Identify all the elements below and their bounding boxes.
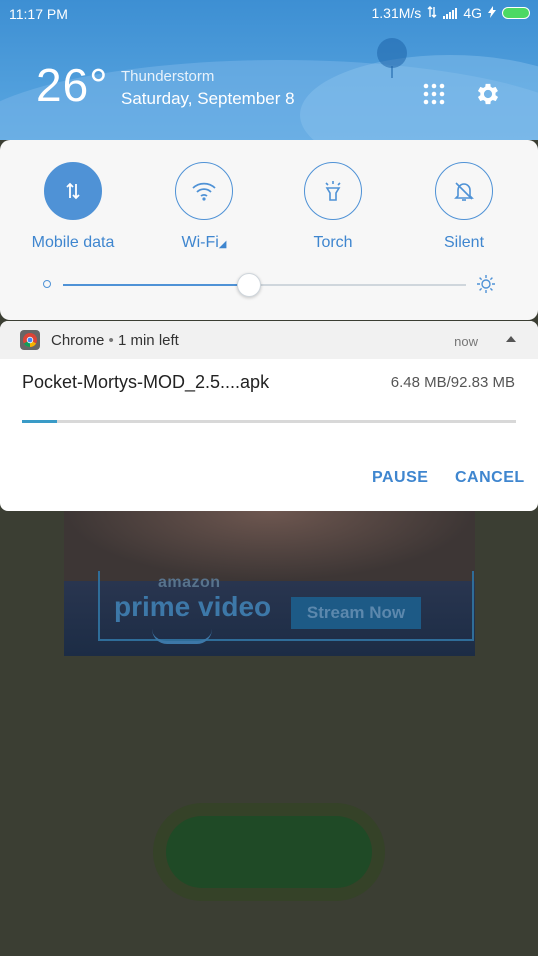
battery-icon: [502, 7, 530, 19]
toggle-mobile-data[interactable]: Mobile data: [18, 162, 128, 252]
notification-separator: •: [108, 332, 114, 349]
brightness-high-icon: [476, 274, 496, 294]
brightness-slider-thumb[interactable]: [237, 273, 262, 297]
toggle-label: Silent: [443, 234, 485, 251]
toggle-wifi[interactable]: Wi-Fi◢: [149, 162, 259, 252]
weather-date[interactable]: Saturday, September 8: [121, 89, 295, 109]
notification-subtitle: 1 min left: [117, 332, 179, 349]
quick-settings-panel: Mobile data Wi-Fi◢ Torch Silent: [0, 140, 538, 320]
wifi-settings-corner-icon: ◢: [218, 239, 227, 250]
pause-button[interactable]: PAUSE: [372, 469, 428, 487]
mobile-data-icon[interactable]: [44, 162, 102, 220]
charging-icon: [488, 5, 496, 21]
signal-icon: [443, 7, 458, 19]
collapse-caret-icon[interactable]: [506, 336, 516, 342]
weather-condition[interactable]: Thunderstorm: [121, 68, 214, 85]
network-speed: 1.31M/s: [371, 5, 422, 21]
notification-shade-header: 11:17 PM 1.31M/s 4G 26° Thunderstorm Sat…: [0, 0, 538, 140]
brightness-low-icon: [43, 280, 51, 288]
ad-brand: amazon: [158, 574, 221, 591]
background-button: [166, 816, 372, 888]
download-file-size: 6.48 MB/92.83 MB: [390, 374, 515, 391]
torch-icon[interactable]: [304, 162, 362, 220]
download-progress-bar: [22, 420, 516, 423]
cancel-button[interactable]: CANCEL: [455, 469, 525, 487]
toggle-silent[interactable]: Silent: [409, 162, 519, 252]
download-notification[interactable]: Chrome • 1 min left now Pocket-Mortys-MO…: [0, 321, 538, 511]
status-bar: 11:17 PM 1.31M/s 4G: [0, 0, 538, 28]
tree-decoration: [377, 38, 407, 68]
chrome-icon: [20, 330, 40, 350]
toggle-label: Wi-Fi◢: [149, 234, 259, 252]
notification-header[interactable]: Chrome • 1 min left now: [0, 321, 538, 359]
notification-app-name: Chrome: [51, 332, 105, 349]
download-file-name: Pocket-Mortys-MOD_2.5....apk: [22, 372, 270, 392]
wifi-icon[interactable]: [175, 162, 233, 220]
ad-stream-now-button: Stream Now: [291, 597, 421, 629]
apps-grid-icon[interactable]: [422, 82, 446, 106]
ad-product: prime video: [114, 591, 272, 622]
notification-app-info: Chrome • 1 min left: [51, 332, 179, 349]
notification-time: now: [454, 334, 478, 349]
amazon-smile-icon: [152, 629, 212, 644]
toggle-label: Torch: [313, 234, 353, 251]
status-indicators: 1.31M/s 4G: [371, 5, 530, 21]
data-transfer-icon: [427, 5, 437, 21]
status-time: 11:17 PM: [9, 6, 68, 22]
download-progress-fill: [22, 420, 57, 423]
toggle-label: Mobile data: [31, 234, 115, 251]
tree-trunk-decoration: [391, 66, 393, 78]
network-type: 4G: [463, 5, 482, 21]
settings-gear-icon[interactable]: [474, 80, 502, 108]
weather-temperature[interactable]: 26°: [36, 58, 109, 112]
toggle-label-text: Wi-Fi: [181, 234, 219, 251]
background-ad-banner: amazon prime video Stream Now: [64, 511, 475, 656]
toggle-torch[interactable]: Torch: [278, 162, 388, 252]
bell-off-icon[interactable]: [435, 162, 493, 220]
brightness-slider-fill: [63, 284, 249, 286]
